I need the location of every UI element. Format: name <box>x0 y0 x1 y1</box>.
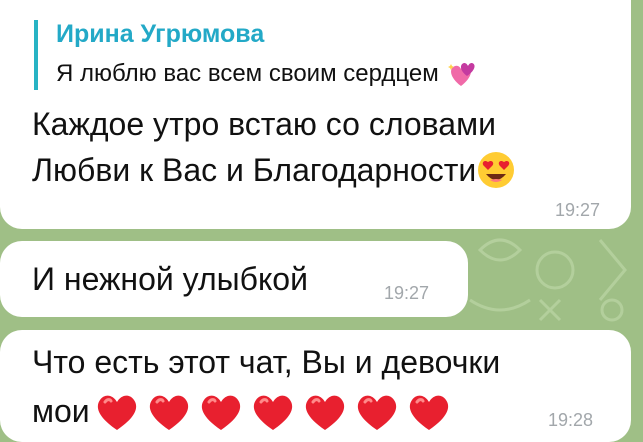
message-bubble[interactable]: Что есть этот чат, Вы и девочки мои 19:2… <box>0 330 631 442</box>
message-text-line-with-emoji: мои <box>32 390 452 432</box>
reply-preview[interactable]: Ирина Угрюмова Я люблю вас всем своим се… <box>34 20 594 90</box>
message-text-line: Любви к Вас и Благодарности <box>32 152 477 188</box>
message-bubble[interactable]: И нежной улыбкой 19:27 <box>0 241 468 317</box>
reply-text-row: Я люблю вас всем своим сердцем <box>56 60 477 88</box>
red-heart-icon <box>357 395 396 430</box>
red-heart-icon <box>305 395 344 430</box>
sparkling-hearts-icon <box>447 63 475 86</box>
red-heart-icon <box>97 395 136 430</box>
message-text-line: Каждое утро встаю со словами <box>32 106 496 142</box>
message-time: 19:27 <box>384 283 430 303</box>
red-heart-icon <box>253 395 292 430</box>
reply-text: Я люблю вас всем своим сердцем <box>56 60 439 87</box>
reply-author-name: Ирина Угрюмова <box>56 20 265 48</box>
message-text-line: И нежной улыбкой <box>32 261 308 297</box>
red-heart-icon <box>201 395 240 430</box>
hearts-row <box>94 390 452 432</box>
message-time: 19:27 <box>555 200 601 220</box>
heart-eyes-icon <box>478 152 515 188</box>
message-text-line-with-emoji: Любви к Вас и Благодарности <box>32 150 516 190</box>
message-text-line: Что есть этот чат, Вы и девочки <box>32 344 501 380</box>
message-text-line: мои <box>32 393 90 429</box>
message-bubble[interactable]: Ирина Угрюмова Я люблю вас всем своим се… <box>0 0 631 229</box>
red-heart-icon <box>409 395 448 430</box>
red-heart-icon <box>149 395 188 430</box>
message-time: 19:28 <box>548 410 594 430</box>
